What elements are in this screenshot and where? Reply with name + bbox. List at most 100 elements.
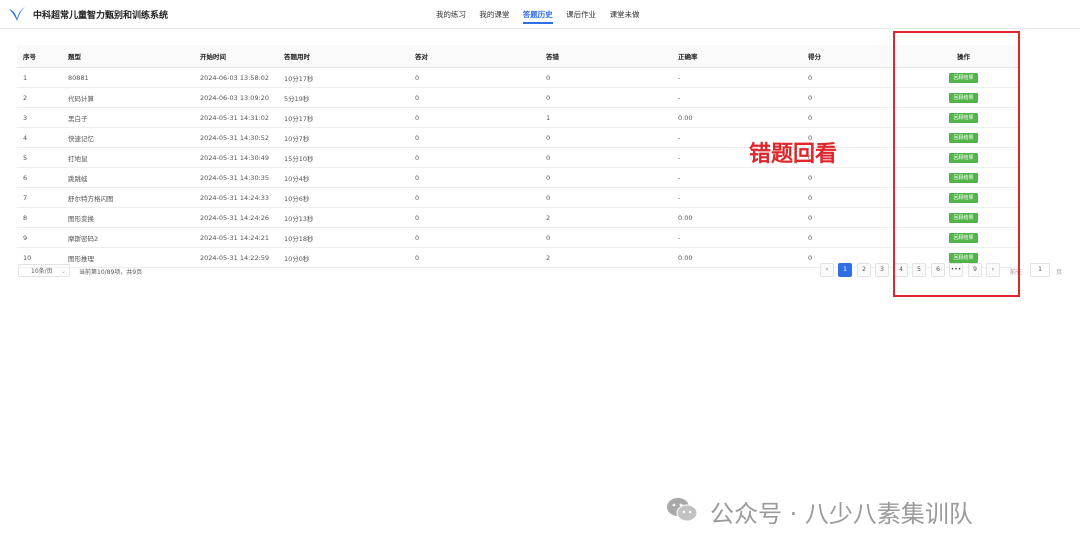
cell-duration: 10分7秒 [278,127,409,148]
nav-item-my-class[interactable]: 我的课堂 [479,9,509,20]
cell-wrong: 0 [540,87,672,108]
jump-page-input[interactable]: 1 [1030,263,1050,277]
cell-index: 6 [17,167,62,188]
cell-wrong: 0 [540,187,672,208]
cell-correct: 0 [409,167,540,188]
cell-duration: 10分17秒 [278,67,409,88]
col-header-start-time: 开始时间 [194,45,278,68]
cell-duration: 10分6秒 [278,187,409,208]
chevron-down-icon: ⌄ [60,268,66,275]
bird-logo-icon [9,7,25,21]
cell-correct: 0 [409,107,540,128]
cell-wrong: 1 [540,107,672,128]
cell-index: 3 [17,107,62,128]
nav-item-my-practice[interactable]: 我的练习 [436,9,466,20]
table-row: 2 代码计算 2024-06-03 13:09:20 5分19秒 0 0-0 回顾结果 [17,87,1019,108]
nav-item-homework[interactable]: 课后作业 [566,9,596,20]
cell-accuracy: 0.00 [672,247,802,268]
app-title: 中科超常儿童智力甄别和训练系统 [33,11,169,21]
cell-index: 7 [17,187,62,208]
cell-type: 图形变换 [62,207,194,228]
page-button-2[interactable]: 2 [857,263,871,277]
cell-duration: 15分10秒 [278,147,409,168]
cell-start-time: 2024-05-31 14:30:52 [194,127,278,148]
cell-start-time: 2024-05-31 14:24:21 [194,227,278,248]
cell-type: 快速记忆 [62,127,194,148]
cell-type: 摩斯密码2 [62,227,194,248]
cell-type: 跳跳蛙 [62,167,194,188]
cell-wrong: 2 [540,247,672,268]
col-header-duration: 答题用时 [278,45,409,68]
cell-type: 图形推理 [62,247,194,268]
cell-duration: 10分0秒 [278,247,409,268]
page-info: 当前第10/89项，共9页 [79,269,143,276]
cell-duration: 10分13秒 [278,207,409,228]
jump-suffix: 页 [1056,269,1063,276]
col-header-index: 序号 [17,45,62,68]
prev-page-button[interactable]: ‹ [820,263,834,277]
cell-accuracy: - [672,67,802,88]
cell-start-time: 2024-06-03 13:09:20 [194,87,278,108]
cell-index: 8 [17,207,62,228]
cell-type: 舒尔特方格闪图 [62,187,194,208]
cell-index: 1 [17,67,62,88]
col-header-type: 题型 [62,45,194,68]
table-body: 1 80881 2024-06-03 13:58:02 10分17秒 0 0-0 回顾结果 2… [17,67,1019,268]
nav-item-class-undone[interactable]: 课堂未做 [610,9,640,20]
cell-wrong: 2 [540,207,672,228]
table-row: 3 黑白子 2024-05-31 14:31:02 10分17秒 0 1 0.00 0 回顾结果 [17,107,1019,128]
wechat-icon [667,498,698,522]
cell-index: 5 [17,147,62,168]
page-button-3[interactable]: 3 [875,263,889,277]
cell-duration: 5分19秒 [278,87,409,108]
cell-wrong: 0 [540,227,672,248]
history-table: 序号 题型 开始时间 答题用时 答对 答错 正确率 得分 操作 1 80881 20… [17,45,1019,268]
table-row: 6 跳跳蛙 2024-05-31 14:30:35 10分4秒 0 0-0 回顾结果 [17,167,1019,188]
top-header: 中科超常儿童智力甄别和训练系统 我的练习 我的课堂 答题历史 课后作业 课堂未做 [0,0,1080,29]
cell-duration: 10分18秒 [278,227,409,248]
cell-correct: 0 [409,207,540,228]
cell-correct: 0 [409,227,540,248]
col-header-wrong: 答错 [540,45,672,68]
cell-accuracy: 0.00 [672,207,802,228]
cell-start-time: 2024-05-31 14:31:02 [194,107,278,128]
page-size-value: 10条/页 [31,268,53,275]
cell-duration: 10分4秒 [278,167,409,188]
cell-start-time: 2024-05-31 14:24:33 [194,187,278,208]
table-row: 4 快速记忆 2024-05-31 14:30:52 10分7秒 0 0-0 回顾结果 [17,127,1019,148]
cell-correct: 0 [409,247,540,268]
cell-start-time: 2024-05-31 14:30:35 [194,167,278,188]
cell-correct: 0 [409,187,540,208]
annotation-label: 错题回看 [749,142,838,167]
col-header-correct: 答对 [409,45,540,68]
cell-correct: 0 [409,67,540,88]
page-size-select[interactable]: 10条/页 ⌄ [18,264,70,277]
cell-type: 黑白子 [62,107,194,128]
cell-wrong: 0 [540,67,672,88]
table-row: 8 图形变换 2024-05-31 14:24:26 10分13秒 0 2 0.00 0 回顾结… [17,207,1019,228]
cell-index: 2 [17,87,62,108]
table-row: 5 打地鼠 2024-05-31 14:30:49 15分10秒 0 0-0 回顾结果 [17,147,1019,168]
table-row: 7 舒尔特方格闪图 2024-05-31 14:24:33 10分6秒 0 0-0 回顾结果 [17,187,1019,208]
cell-start-time: 2024-06-03 13:58:02 [194,67,278,88]
cell-correct: 0 [409,127,540,148]
cell-accuracy: 0.00 [672,107,802,128]
highlight-box [893,31,1020,297]
table-header-row: 序号 题型 开始时间 答题用时 答对 答错 正确率 得分 操作 [17,45,1019,68]
cell-wrong: 0 [540,167,672,188]
cell-type: 80881 [62,67,194,88]
cell-accuracy: - [672,87,802,108]
cell-wrong: 0 [540,147,672,168]
cell-type: 代码计算 [62,87,194,108]
main-nav: 我的练习 我的课堂 答题历史 课后作业 课堂未做 [436,9,651,24]
cell-accuracy: - [672,167,802,188]
nav-item-answer-history[interactable]: 答题历史 [522,9,553,24]
cell-index: 4 [17,127,62,148]
cell-correct: 0 [409,87,540,108]
watermark-text: 公众号 · 八少八素集训队 [710,500,973,528]
col-header-accuracy: 正确率 [672,45,802,68]
page-button-1[interactable]: 1 [838,263,852,277]
table-row: 1 80881 2024-06-03 13:58:02 10分17秒 0 0-0 回顾结果 [17,67,1019,88]
cell-correct: 0 [409,147,540,168]
cell-start-time: 2024-05-31 14:22:59 [194,247,278,268]
